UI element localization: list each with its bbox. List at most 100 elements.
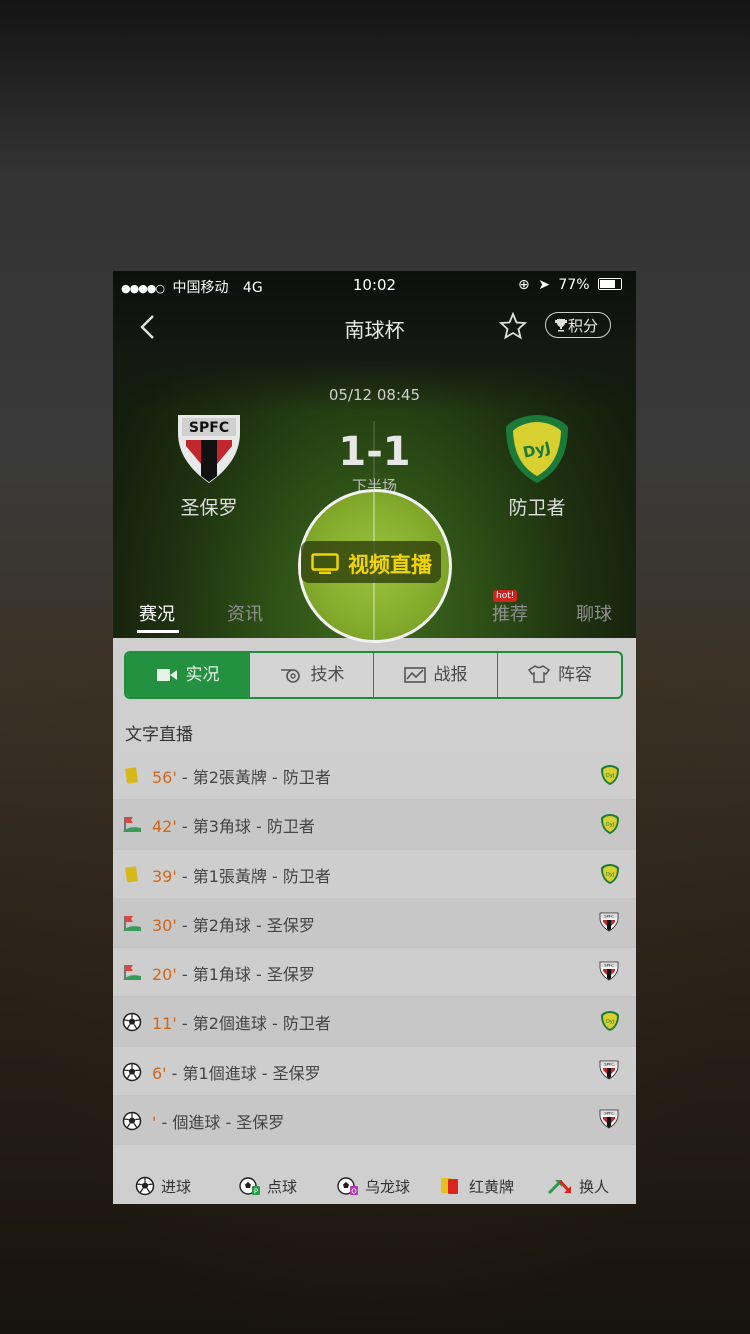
event-text: ' - 個進球 - 圣保罗 — [152, 1109, 284, 1133]
event-minute: 42' — [152, 817, 177, 837]
event-text: 20' - 第1角球 - 圣保罗 — [152, 961, 315, 985]
event-row: 11' - 第2個進球 - 防卫者 DyJ — [113, 997, 636, 1047]
away-team-name: 防卫者 — [508, 497, 566, 519]
svg-text:O: O — [351, 1188, 357, 1196]
event-text: 56' - 第2張黃牌 - 防卫者 — [152, 764, 331, 788]
tab-overview[interactable]: 赛况 — [117, 600, 197, 626]
home-team-badge-icon: SPFC — [598, 912, 620, 936]
points-button[interactable]: 积分 — [545, 312, 611, 338]
legend-item: 换人 — [547, 1176, 609, 1197]
event-description: - 第1張黃牌 - 防卫者 — [176, 866, 331, 886]
away-team-badge-icon: DyJ — [600, 863, 620, 889]
hot-badge: hot! — [493, 590, 518, 602]
event-minute: 20' — [152, 965, 177, 985]
subtab-lineup[interactable]: 阵容 — [498, 653, 621, 697]
legend-label: 换人 — [579, 1178, 610, 1196]
event-row: 42' - 第3角球 - 防卫者 DyJ — [113, 800, 636, 850]
penalty-icon: P — [239, 1177, 267, 1196]
section-title: 文字直播 — [125, 725, 193, 745]
status-bar: ●●●●○ 中国移动 4G 10:02 ⊕ ➤ 77% — [113, 271, 636, 299]
soccer-ball-icon — [122, 1111, 142, 1131]
away-team-badge-icon: DyJ — [600, 813, 620, 839]
event-row: 30' - 第2角球 - 圣保罗 SPFC — [113, 898, 636, 949]
legend-label: 进球 — [161, 1178, 192, 1196]
tab-chat[interactable]: 聊球 — [554, 600, 634, 626]
legend-item: 进球 — [135, 1176, 191, 1197]
event-description: - 第3角球 - 防卫者 — [176, 817, 315, 837]
legend-label: 点球 — [267, 1178, 298, 1196]
home-team-crest: SPFC — [178, 415, 240, 483]
svg-text:SPFC: SPFC — [604, 1061, 614, 1066]
home-team-name: 圣保罗 — [180, 497, 238, 519]
event-text: 39' - 第1張黃牌 - 防卫者 — [152, 863, 331, 887]
svg-text:DyJ: DyJ — [606, 1019, 614, 1025]
event-minute: 39' — [152, 866, 177, 886]
chart-icon — [403, 667, 426, 683]
video-live-button[interactable]: 视频直播 — [301, 541, 441, 583]
sub-tabs: 实况 技术 战报 阵容 — [124, 651, 623, 699]
svg-text:SPFC: SPFC — [604, 1111, 614, 1116]
event-row: ' - 個進球 - 圣保罗 SPFC — [113, 1096, 636, 1146]
red-yellow-card-icon — [439, 1178, 469, 1196]
event-description: - 個進球 - 圣保罗 — [156, 1113, 285, 1133]
navbar: 南球杯 积分 — [113, 307, 636, 347]
svg-text:DyJ: DyJ — [606, 872, 614, 878]
active-tab-indicator — [137, 630, 179, 633]
tv-icon — [311, 553, 339, 574]
yellow-card-icon — [122, 865, 140, 883]
home-team-badge-icon: SPFC — [598, 961, 620, 985]
corner-flag-icon — [122, 914, 141, 932]
event-description: - 第2個進球 - 防卫者 — [176, 1014, 331, 1034]
svg-text:SPFC: SPFC — [604, 963, 614, 968]
event-text: 11' - 第2個進球 - 防卫者 — [152, 1010, 331, 1034]
subtab-report[interactable]: 战报 — [374, 653, 498, 697]
trophy-icon — [555, 319, 567, 332]
battery-percent: 77% — [558, 277, 590, 293]
svg-text:DyJ: DyJ — [606, 773, 614, 779]
home-team-badge-icon: SPFC — [598, 1109, 620, 1133]
substitution-icon — [547, 1178, 579, 1196]
match-tabs: 赛况 资讯 推荐 hot! 聊球 — [113, 590, 636, 638]
shirt-icon — [527, 665, 551, 683]
event-minute: 56' — [152, 768, 177, 787]
battery-icon — [598, 278, 622, 290]
event-row: 56' - 第2張黃牌 - 防卫者 DyJ — [113, 751, 636, 801]
tab-recommend[interactable]: 推荐 — [470, 600, 550, 626]
home-team[interactable]: SPFC 圣保罗 — [139, 413, 279, 520]
event-minute: 11' — [152, 1014, 177, 1034]
svg-text:SPFC: SPFC — [604, 913, 614, 918]
event-description: - 第2角球 - 圣保罗 — [176, 915, 315, 935]
subtab-stats[interactable]: 技术 — [250, 653, 374, 697]
corner-flag-icon — [122, 815, 141, 833]
own-goal-icon: O — [337, 1177, 365, 1196]
phone-screen: ●●●●○ 中国移动 4G 10:02 ⊕ ➤ 77% 南球杯 积分 05/12… — [113, 271, 636, 1204]
match-header: ●●●●○ 中国移动 4G 10:02 ⊕ ➤ 77% 南球杯 积分 05/12… — [113, 271, 636, 643]
event-row: 20' - 第1角球 - 圣保罗 SPFC — [113, 948, 636, 998]
event-minute: 6' — [152, 1063, 167, 1083]
event-text: 30' - 第2角球 - 圣保罗 — [152, 912, 315, 936]
event-text: 6' - 第1個進球 - 圣保罗 — [152, 1060, 321, 1084]
svg-text:P: P — [254, 1188, 258, 1196]
soccer-ball-icon — [122, 1062, 142, 1082]
event-row: 6' - 第1個進球 - 圣保罗 SPFC — [113, 1046, 636, 1097]
whistle-icon — [280, 669, 300, 683]
away-team-badge-icon: DyJ — [600, 764, 620, 790]
event-description: - 第2張黃牌 - 防卫者 — [176, 768, 331, 787]
location-icon: ➤ — [538, 277, 550, 293]
favorite-star-icon[interactable] — [499, 312, 527, 340]
event-list: 56' - 第2張黃牌 - 防卫者 DyJ 42' - 第3角球 - 防卫者 DyJ 3… — [113, 751, 636, 1146]
legend-label: 乌龙球 — [365, 1178, 411, 1196]
home-crest-text: SPFC — [189, 420, 229, 436]
icon-legend: 进球 P 点球 O 乌龙球 红黄牌 换人 — [113, 1164, 636, 1204]
soccer-ball-icon — [135, 1176, 161, 1196]
soccer-ball-icon — [122, 1012, 142, 1032]
away-team[interactable]: DyJ 防卫者 — [467, 413, 607, 520]
tab-news[interactable]: 资讯 — [205, 600, 285, 626]
legend-label: 红黄牌 — [469, 1178, 515, 1196]
away-team-crest: DyJ — [506, 415, 568, 483]
subtab-live[interactable]: 实况 — [126, 653, 250, 697]
yellow-card-icon — [122, 766, 140, 784]
camera-icon — [156, 669, 177, 681]
event-text: 42' - 第3角球 - 防卫者 — [152, 813, 315, 837]
event-row: 39' - 第1張黃牌 - 防卫者 DyJ — [113, 849, 636, 899]
